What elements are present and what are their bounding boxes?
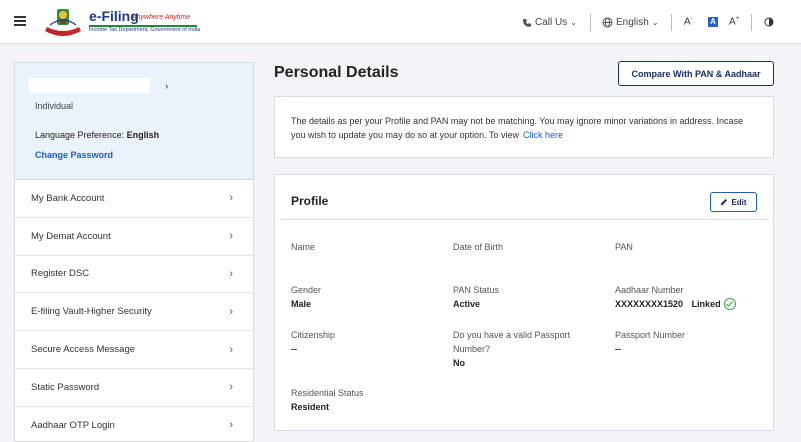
chevron-right-icon: › (229, 381, 233, 394)
sidebar-item-secure-access-message[interactable]: Secure Access Message › (15, 331, 253, 369)
language-label: English (616, 17, 649, 28)
aadhaar-value-row: XXXXXXXX1520 Linked (615, 297, 736, 311)
font-decrease-button[interactable]: A- (684, 16, 693, 27)
passport-question-field: Do you have a valid Passport Number? No (453, 328, 570, 370)
logo-subtitle: Income Tax Department, Government of Ind… (89, 27, 201, 33)
top-header: e-Filing Anywhere Anytime Income Tax Dep… (0, 0, 801, 44)
sidebar-item-efiling-vault[interactable]: E-filing Vault-Higher Security › (15, 293, 253, 332)
gender-field: Gender Male (291, 283, 321, 311)
aadhaar-label: Aadhaar Number (615, 285, 684, 295)
sidebar-item-register-dsc[interactable]: Register DSC › (15, 256, 253, 294)
call-us-dropdown[interactable]: Call Us ⌄ (522, 17, 577, 28)
font-increase-button[interactable]: A+ (729, 16, 739, 27)
passport-number-value: -- (615, 344, 621, 354)
call-us-label: Call Us (535, 17, 568, 28)
profile-panel: Profile Edit Name Date of Birth PAN Gend… (274, 174, 774, 431)
passport-question-value: No (453, 358, 465, 368)
divider (751, 14, 752, 31)
user-name-redacted (29, 78, 150, 93)
notice-text: The details as per your Profile and PAN … (291, 116, 744, 140)
pan-status-field: PAN Status Active (453, 283, 499, 311)
gender-value: Male (291, 299, 312, 309)
contrast-icon[interactable] (764, 17, 774, 27)
passport-question-line1: Do you have a valid Passport (453, 330, 571, 340)
chevron-right-icon: › (229, 230, 233, 243)
mismatch-notice: The details as per your Profile and PAN … (274, 96, 774, 158)
phone-icon (523, 18, 531, 27)
user-type: Individual (35, 101, 74, 111)
dob-field: Date of Birth (453, 240, 503, 254)
menu-icon[interactable] (14, 16, 26, 26)
residential-status-label: Residential Status (291, 388, 364, 398)
dob-label: Date of Birth (453, 242, 504, 252)
chevron-right-icon: › (229, 305, 233, 318)
residential-status-value: Resident (291, 402, 330, 412)
chevron-right-icon[interactable]: › (165, 81, 168, 92)
name-label: Name (291, 242, 316, 252)
font-normal-button[interactable]: A (708, 17, 718, 27)
citizenship-field: Citizenship -- (291, 328, 335, 356)
edit-profile-button[interactable]: Edit (710, 192, 757, 212)
language-dropdown[interactable]: English ⌄ (602, 17, 659, 28)
logo-tagline: Anywhere Anytime (132, 14, 191, 21)
passport-question-line2: Number? (453, 344, 491, 354)
sidebar-item-aadhaar-otp-login[interactable]: Aadhaar OTP Login › (15, 407, 253, 442)
compare-pan-aadhaar-button[interactable]: Compare With PAN & Aadhaar (618, 61, 774, 86)
page-title: Personal Details (274, 64, 399, 81)
chevron-right-icon: › (229, 343, 233, 356)
click-here-link[interactable]: Click here (523, 130, 563, 140)
pan-status-value: Active (453, 299, 481, 309)
citizenship-value: -- (291, 344, 297, 354)
pencil-icon (721, 199, 728, 205)
divider (590, 14, 591, 31)
change-password-link[interactable]: Change Password (35, 150, 113, 160)
passport-number-label: Passport Number (615, 330, 686, 340)
profile-sidebar: › Individual Language Preference: Englis… (14, 62, 254, 442)
sidebar-item-demat-account[interactable]: My Demat Account › (15, 218, 253, 256)
chevron-right-icon: › (229, 267, 233, 280)
panel-divider (281, 219, 769, 220)
language-preference: Language Preference: English (35, 130, 160, 140)
check-circle-icon (723, 298, 736, 310)
chevron-down-icon: ⌄ (570, 18, 577, 27)
chevron-down-icon: ⌄ (651, 18, 659, 27)
profile-title: Profile (291, 194, 329, 208)
income-tax-emblem-icon (45, 9, 81, 36)
passport-number-field: Passport Number -- (615, 328, 685, 356)
chevron-right-icon: › (229, 419, 233, 432)
aadhaar-linked-badge: Linked (692, 297, 736, 311)
name-field: Name (291, 240, 315, 254)
pan-status-label: PAN Status (453, 285, 499, 295)
pan-label: PAN (615, 242, 633, 252)
chevron-right-icon: › (229, 192, 233, 205)
aadhaar-field: Aadhaar Number XXXXXXXX1520 Linked (615, 283, 736, 311)
sidebar-item-bank-account[interactable]: My Bank Account › (15, 180, 253, 218)
pan-field: PAN (615, 240, 633, 254)
aadhaar-value: XXXXXXXX1520 (615, 299, 684, 309)
globe-icon (602, 17, 613, 28)
citizenship-label: Citizenship (291, 330, 336, 340)
gender-label: Gender (291, 285, 322, 295)
sidebar-item-static-password[interactable]: Static Password › (15, 369, 253, 407)
profile-card: › Individual Language Preference: Englis… (15, 63, 253, 180)
divider (671, 14, 672, 31)
residential-status-field: Residential Status Resident (291, 386, 364, 414)
